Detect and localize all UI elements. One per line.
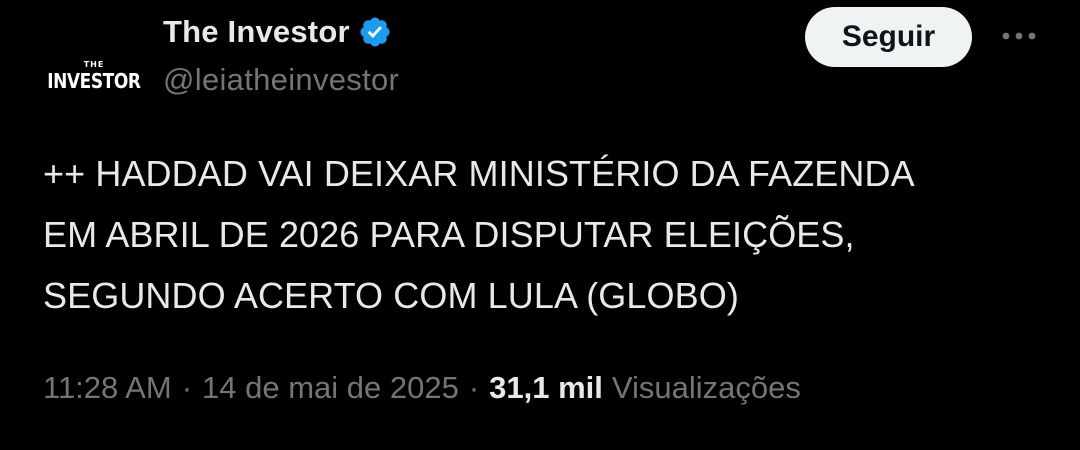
- tweet-meta: 11:28 AM · 14 de mai de 2025 · 31,1 mil …: [43, 364, 801, 412]
- meta-separator: ·: [468, 370, 480, 405]
- avatar-logo-top: THE: [83, 59, 105, 69]
- user-handle[interactable]: @leiatheinvestor: [163, 62, 399, 98]
- display-name[interactable]: The Investor: [163, 14, 350, 50]
- avatar-logo-main: INVESTOR: [47, 68, 141, 93]
- name-row: The Investor: [163, 12, 392, 52]
- more-options-button[interactable]: [994, 16, 1044, 56]
- avatar[interactable]: THE INVESTOR: [40, 22, 148, 130]
- tweet-date[interactable]: 14 de mai de 2025: [202, 370, 459, 406]
- tweet-text-line: SEGUNDO ACERTO COM LULA (GLOBO): [43, 275, 739, 316]
- tweet-text: ++ HADDAD VAI DEIXAR MINISTÉRIO DA FAZEN…: [43, 143, 1053, 326]
- meta-separator: ·: [181, 370, 193, 405]
- verified-badge-icon[interactable]: [358, 15, 392, 49]
- tweet-time[interactable]: 11:28 AM: [43, 370, 172, 406]
- follow-button[interactable]: Seguir: [805, 7, 972, 67]
- ellipsis-icon: [1002, 32, 1036, 40]
- tweet-text-line: EM ABRIL DE 2026 PARA DISPUTAR ELEIÇÕES,: [43, 214, 855, 255]
- views-label: Visualizações: [611, 370, 801, 405]
- views-count[interactable]: 31,1 mil: [489, 370, 603, 406]
- tweet-text-line: ++ HADDAD VAI DEIXAR MINISTÉRIO DA FAZEN…: [43, 153, 915, 194]
